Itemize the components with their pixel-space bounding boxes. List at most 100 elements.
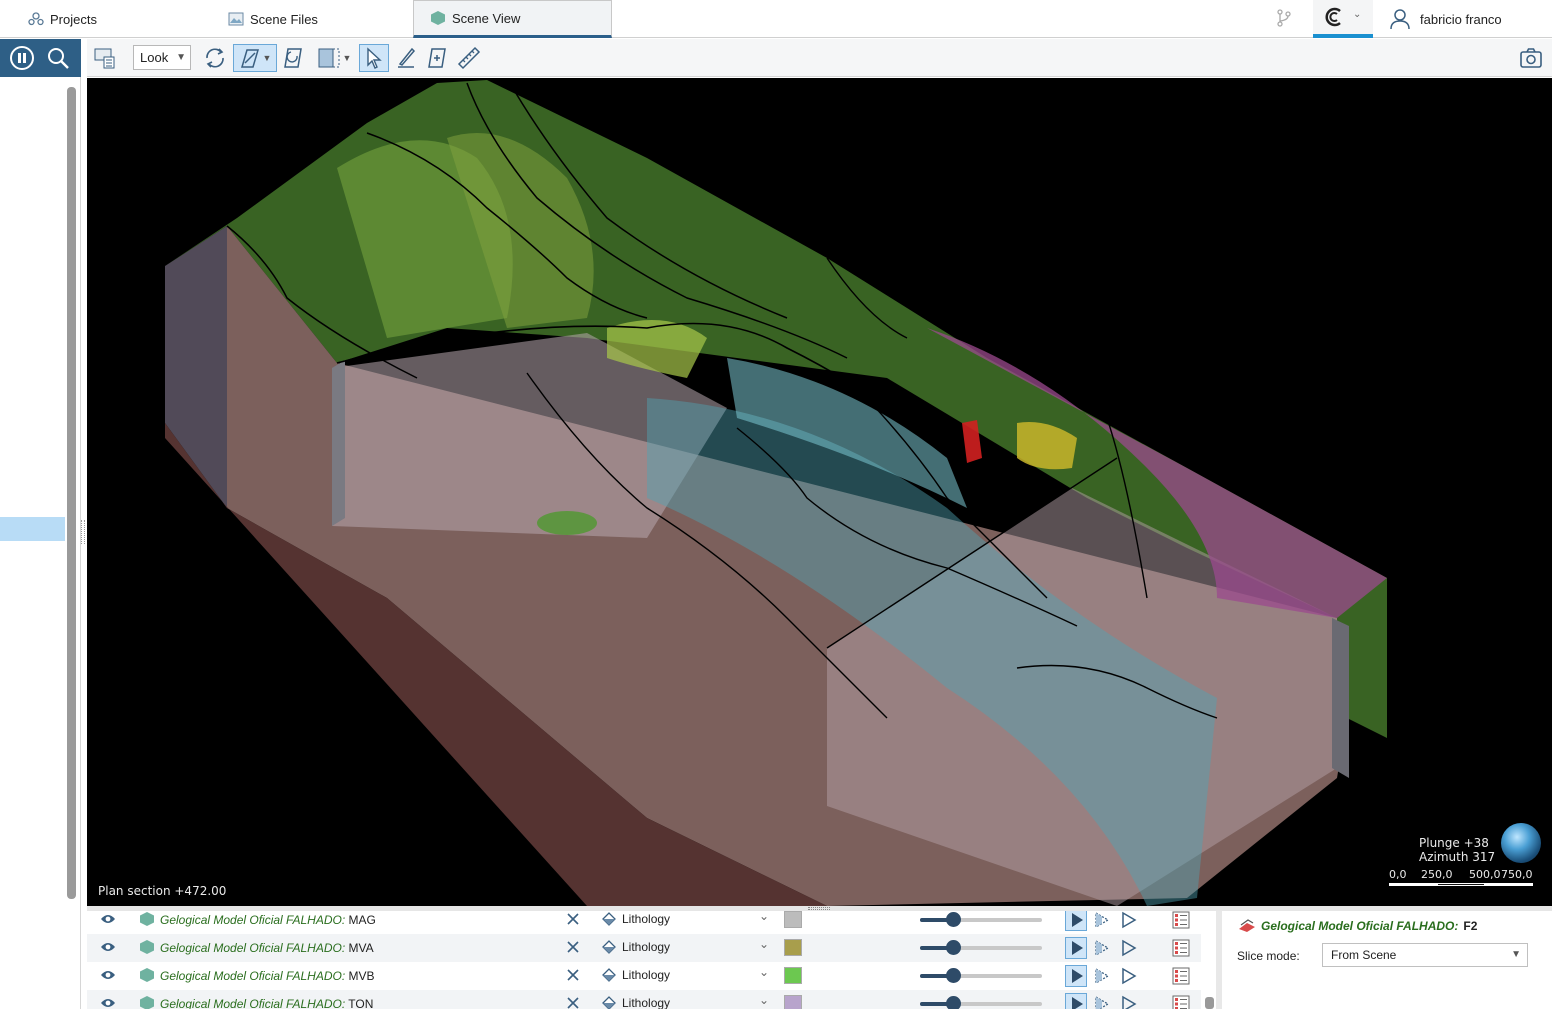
pause-icon[interactable] [10,46,34,70]
colouring-select[interactable]: Lithology [622,912,670,926]
view-mode-select[interactable]: Look ▼ [133,45,191,70]
remove-icon[interactable] [565,911,581,927]
colour-swatch[interactable] [784,911,802,928]
chevron-down-icon[interactable]: ⌄ [759,993,769,1007]
show-all-button[interactable] [1065,965,1087,987]
colour-bucket-icon [602,912,616,926]
tree-scrollbar[interactable] [67,87,76,899]
layer-row[interactable]: Gelogical Model Oficial FALHADO: MAG Lit… [87,911,1201,934]
geological-model-render[interactable] [87,78,1552,906]
clip-half-icon[interactable] [1093,939,1111,957]
colouring-select[interactable]: Lithology [622,996,670,1009]
legend-icon[interactable] [1172,939,1190,957]
rotate-button[interactable] [201,44,229,72]
properties-model-name: Gelogical Model Oficial FALHADO: [1261,919,1459,933]
opacity-slider-handle[interactable] [946,912,961,927]
layer-name: Gelogical Model Oficial FALHADO: MVA [160,941,374,955]
scene-view-icon [431,11,445,25]
sidebar-resize-handle[interactable] [81,520,85,544]
remove-icon[interactable] [565,967,581,983]
opacity-slider-handle[interactable] [946,940,961,955]
user-menu[interactable]: fabricio franco [1388,0,1502,38]
clip-half-icon[interactable] [1093,995,1111,1009]
clip-half-icon[interactable] [1093,911,1111,929]
draw-section-button[interactable]: ▼ [233,44,277,72]
tab-scene-view-label: Scene View [452,10,521,26]
play-outline-icon[interactable] [1120,967,1138,985]
properties-unit-name: F2 [1463,919,1478,933]
screenshot-icon [1520,48,1542,68]
layer-row[interactable]: Gelogical Model Oficial FALHADO: MVA Lit… [87,934,1201,962]
clip-half-icon[interactable] [1093,967,1111,985]
layer-name: Gelogical Model Oficial FALHADO: MVB [160,969,375,983]
remove-icon[interactable] [565,939,581,955]
cloud-account-button[interactable]: ⌄ [1313,0,1373,38]
layers-scrollbar[interactable] [1205,997,1214,1009]
draw-line-icon [398,47,416,68]
colour-swatch[interactable] [784,939,802,956]
geological-model-icon [140,940,154,954]
slice-box-icon [318,48,340,68]
fit-view-button[interactable] [423,44,451,72]
chevron-down-icon[interactable]: ⌄ [759,911,769,923]
tab-scene-files[interactable]: Scene Files [228,0,408,38]
show-all-button[interactable] [1065,911,1087,931]
properties-title: Gelogical Model Oficial FALHADO: F2 [1238,919,1477,933]
select-button[interactable] [359,44,389,72]
scene-toolbar: Look ▼ ▼ ▼ [87,39,1552,77]
play-outline-icon[interactable] [1120,995,1138,1009]
visibility-eye-icon[interactable] [100,913,116,925]
show-all-button[interactable] [1065,937,1087,959]
play-icon [1072,913,1083,927]
scale-bar: 0,0 250,0 500,0 750,0 [1389,868,1535,888]
slice-mode-select[interactable]: From Scene ▼ [1322,943,1528,967]
screenshot-button[interactable] [1517,44,1545,72]
play-outline-icon[interactable] [1120,911,1138,929]
chevron-down-icon: ▼ [1511,949,1521,960]
colour-swatch[interactable] [784,967,802,984]
geological-model-icon [140,912,154,926]
play-outline-icon[interactable] [1120,939,1138,957]
colouring-select[interactable]: Lithology [622,940,670,954]
scale-segment [1389,883,1437,886]
remove-icon[interactable] [565,995,581,1009]
tab-projects[interactable]: Projects [28,0,198,38]
view-mode-value: Look [140,50,169,65]
view-orientation-globe-icon[interactable] [1501,823,1541,863]
chevron-down-icon: ⌄ [1353,9,1362,20]
layer-row[interactable]: Gelogical Model Oficial FALHADO: TON Lit… [87,990,1201,1009]
show-all-button[interactable] [1065,993,1087,1009]
colour-swatch[interactable] [784,995,802,1009]
scene-viewport[interactable]: Plan section +472.00 Plunge +38 Azimuth … [87,78,1552,906]
rotate-icon [206,48,224,68]
opacity-slider-handle[interactable] [946,996,961,1009]
ruler-button[interactable] [455,44,483,72]
chevron-down-icon: ▼ [262,53,272,63]
visibility-eye-icon[interactable] [100,969,116,981]
ruler-icon [457,46,481,70]
opacity-slider-handle[interactable] [946,968,961,983]
layer-row[interactable]: Gelogical Model Oficial FALHADO: MVB Lit… [87,962,1201,990]
project-tree-panel [0,39,81,1009]
chevron-down-icon[interactable]: ⌄ [759,937,769,951]
scale-label: 750,0 [1501,868,1533,881]
visibility-eye-icon[interactable] [100,997,116,1009]
slice-box-button[interactable]: ▼ [313,44,355,72]
user-name: fabricio franco [1420,11,1502,27]
legend-icon[interactable] [1172,967,1190,985]
scale-label: 250,0 [1421,868,1453,881]
section-reset-button[interactable] [279,44,307,72]
tab-scene-view[interactable]: Scene View [413,0,612,38]
tree-selected-row[interactable] [0,517,65,541]
clear-scene-button[interactable] [91,44,119,72]
search-icon[interactable] [46,46,70,70]
branch-icon[interactable] [1274,8,1294,28]
chevron-down-icon[interactable]: ⌄ [759,965,769,979]
colouring-select[interactable]: Lithology [622,968,670,982]
scene-files-icon [228,12,244,26]
visibility-eye-icon[interactable] [100,941,116,953]
splitter-grip[interactable] [808,907,830,910]
legend-icon[interactable] [1172,911,1190,929]
legend-icon[interactable] [1172,995,1190,1009]
draw-line-button[interactable] [392,44,420,72]
